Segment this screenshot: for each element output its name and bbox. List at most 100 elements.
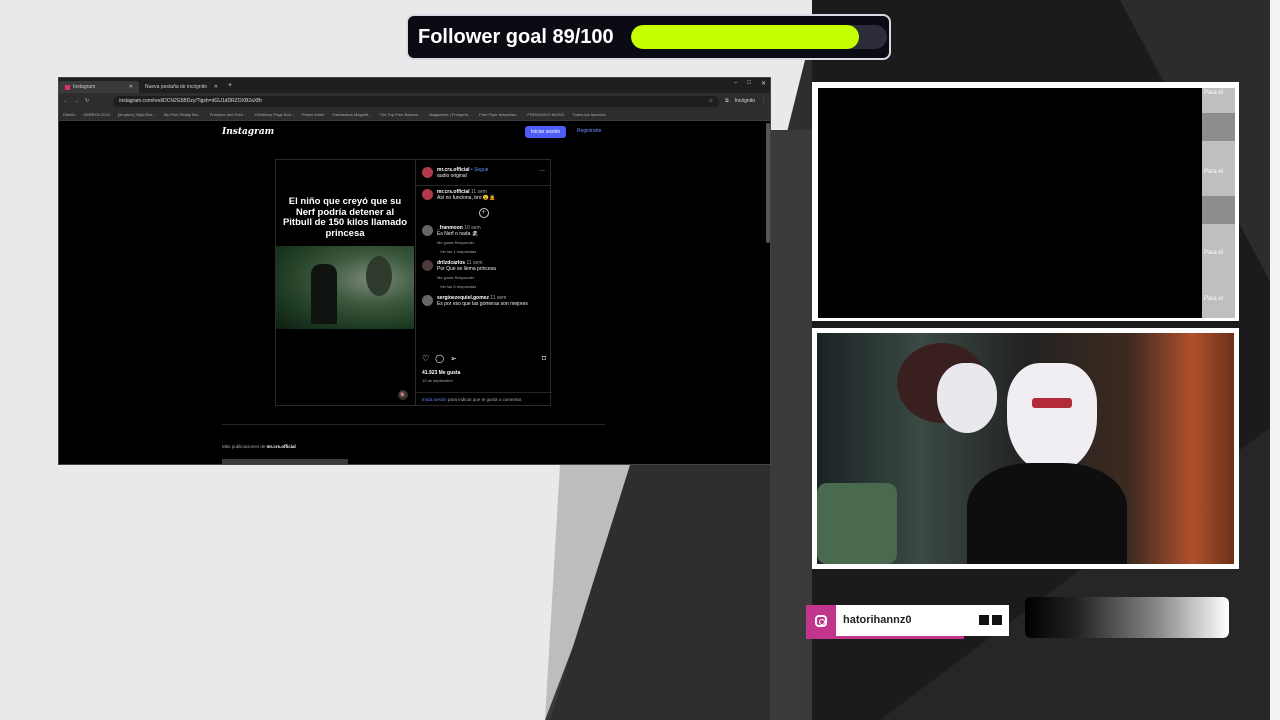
comment-text: Es por eso que las gomeras son mejores	[437, 301, 528, 307]
strip-label: Para el	[1204, 90, 1224, 96]
list-item: sergioezequiel.gomez 11 sem Es por eso q…	[416, 292, 551, 310]
person-silhouette	[967, 463, 1127, 564]
tab-instagram[interactable]: Instagram ✕	[59, 81, 139, 93]
bookmark-item[interactable]: Todos los favoritos	[573, 112, 606, 117]
login-prompt-text: para indicar que te gusta o comentar.	[446, 397, 523, 402]
strip-block	[1202, 196, 1235, 224]
caption-text: Así no funciona, bro 😮🤦	[437, 195, 496, 201]
register-link[interactable]: Registrarte	[577, 128, 601, 134]
list-item: drilzdcarlos 11 sem Por Que se llema pri…	[416, 257, 551, 283]
strip-label: Para el	[1204, 169, 1224, 175]
follower-goal-widget: Follower goal 89/100	[406, 14, 891, 60]
more-posts-prefix: Más publicaciones de	[222, 444, 267, 449]
bookmark-item[interactable]: Premium and Free...	[210, 112, 246, 117]
more-posts-user[interactable]: mr.crs.official	[267, 444, 296, 449]
forward-icon[interactable]: →	[74, 98, 79, 104]
star-icon[interactable]: ☆	[709, 98, 713, 104]
post-author[interactable]: mr.crs.official	[437, 167, 470, 173]
follow-link[interactable]: • Seguir	[471, 167, 489, 173]
tab-incognito[interactable]: Nueva pestaña de incógnito ✕	[139, 81, 224, 93]
webcam-panel	[812, 328, 1239, 569]
post-date: 12 de septiembre	[422, 378, 453, 383]
maximize-icon[interactable]: □	[747, 80, 751, 87]
bookmark-item[interactable]: DEBRO2.2024	[83, 112, 109, 117]
bookmark-item[interactable]: Magazines | Portaprin...	[429, 112, 471, 117]
reload-icon[interactable]: ↻	[85, 98, 89, 104]
load-more-icon[interactable]: +	[478, 208, 489, 218]
side-strip: Para el Para el Para el Para el	[1202, 88, 1235, 318]
instagram-icon	[806, 605, 836, 636]
avatar[interactable]	[422, 189, 433, 200]
comment-text: Es Nerf o nada 🏖	[437, 231, 479, 237]
extensions-icon[interactable]: ⧉	[725, 98, 729, 104]
comment-actions[interactable]: Me gusta Responder	[437, 240, 481, 245]
bookmark-icon[interactable]: ⌑	[542, 354, 546, 363]
avatar[interactable]	[422, 167, 433, 178]
webcam-feed	[817, 333, 1234, 564]
comment-icon[interactable]: ◯	[435, 354, 444, 363]
post-caption: mr.crs.official 11 sem Así no funciona, …	[416, 186, 551, 204]
decor-square	[979, 615, 989, 625]
tab-label: Nueva pestaña de incógnito	[145, 84, 207, 90]
top-right-panel: Para el Para el Para el Para el	[812, 82, 1239, 321]
bookmark-item[interactable]: My Print Ready Bro...	[164, 112, 202, 117]
new-tab-icon[interactable]: +	[228, 82, 232, 89]
view-replies-link[interactable]: Ver las 1 respuestas	[416, 249, 551, 254]
login-prompt: Inicia sesión para indicar que te gusta …	[416, 392, 552, 406]
bookmark-item[interactable]: [dropbox] High-Res...	[118, 112, 156, 117]
url-field[interactable]: instagram.com/reel/DCN2G5BDzy/?igsh=dGU1…	[113, 95, 720, 107]
person-figure	[311, 264, 337, 324]
instagram-username: hatorihannz0	[843, 614, 912, 626]
black-screen	[818, 88, 1202, 318]
bookmark-item[interactable]: Power folder	[302, 112, 324, 117]
close-tab-icon[interactable]: ✕	[129, 84, 133, 90]
fox-mask-face	[1007, 363, 1097, 473]
instagram-favicon-icon	[65, 84, 70, 90]
bookmark-item[interactable]: Free Flyer templates...	[479, 112, 519, 117]
back-icon[interactable]: ←	[63, 98, 68, 104]
incognito-indicator[interactable]: Incógnito	[735, 98, 755, 104]
follower-goal-text: Follower goal 89/100	[418, 25, 614, 48]
mute-icon[interactable]: 🔇	[398, 390, 408, 400]
view-replies-link[interactable]: Ver las 5 respuestas	[416, 284, 551, 289]
login-prompt-link[interactable]: Inicia sesión	[422, 397, 447, 402]
close-tab-icon[interactable]: ✕	[214, 84, 218, 90]
bookmark-item[interactable]: FREEAUDIO MUSIC	[527, 112, 564, 117]
browser-window: Instagram ✕ Nueva pestaña de incógnito ✕…	[58, 77, 771, 465]
post-author-header: mr.crs.official • Seguir audio original …	[416, 160, 551, 186]
instagram-handle-badge: hatorihannz0	[806, 605, 1009, 639]
close-window-icon[interactable]: ✕	[761, 80, 766, 87]
strip-label: Para el	[1204, 250, 1224, 256]
mask-marking	[1032, 398, 1072, 408]
decor-square	[992, 615, 1002, 625]
post-thumbnail[interactable]	[222, 459, 348, 464]
avatar[interactable]	[422, 260, 433, 271]
post-video[interactable]: El niño que creyó que su Nerf podría det…	[276, 160, 414, 405]
more-options-icon[interactable]: ···	[539, 168, 545, 174]
minimize-icon[interactable]: –	[734, 80, 737, 87]
divider	[222, 424, 605, 425]
strip-label: Para el	[1204, 296, 1224, 302]
url-text: instagram.com/reel/DCN2G5BDzy/?igsh=dGU1…	[119, 98, 263, 104]
avatar[interactable]	[422, 295, 433, 306]
bookmarks-bar: Diseño DEBRO2.2024 [dropbox] High-Res... My…	[59, 109, 770, 121]
audio-label[interactable]: audio original	[437, 173, 489, 179]
bookmark-item[interactable]: X/Wisbury Page Buil...	[254, 112, 294, 117]
menu-icon[interactable]: ⋮	[761, 98, 766, 104]
avatar[interactable]	[422, 225, 433, 236]
heart-icon[interactable]: ♡	[422, 354, 429, 363]
bookmark-item[interactable]: The Top Free Backea...	[380, 112, 422, 117]
video-caption: El niño que creyó que su Nerf podría det…	[282, 196, 408, 239]
login-button[interactable]: Iniciar sesión	[525, 126, 567, 138]
window-controls: – □ ✕	[734, 80, 766, 87]
likes-count[interactable]: 41.923 Me gusta	[422, 370, 460, 376]
post-actions: ♡ ◯ ➢ ⌑	[422, 354, 546, 363]
bookmark-item[interactable]: Diseño	[63, 112, 75, 117]
scrollbar[interactable]	[766, 123, 770, 243]
instagram-logo[interactable]: Instagram	[222, 127, 274, 137]
comment-actions[interactable]: Me gusta Responder	[437, 275, 496, 280]
bookmark-item[interactable]: Fantásticos Magnéti...	[332, 112, 371, 117]
follower-goal-progress-fill	[631, 25, 859, 49]
gradient-box	[1025, 597, 1229, 638]
share-icon[interactable]: ➢	[450, 354, 457, 363]
